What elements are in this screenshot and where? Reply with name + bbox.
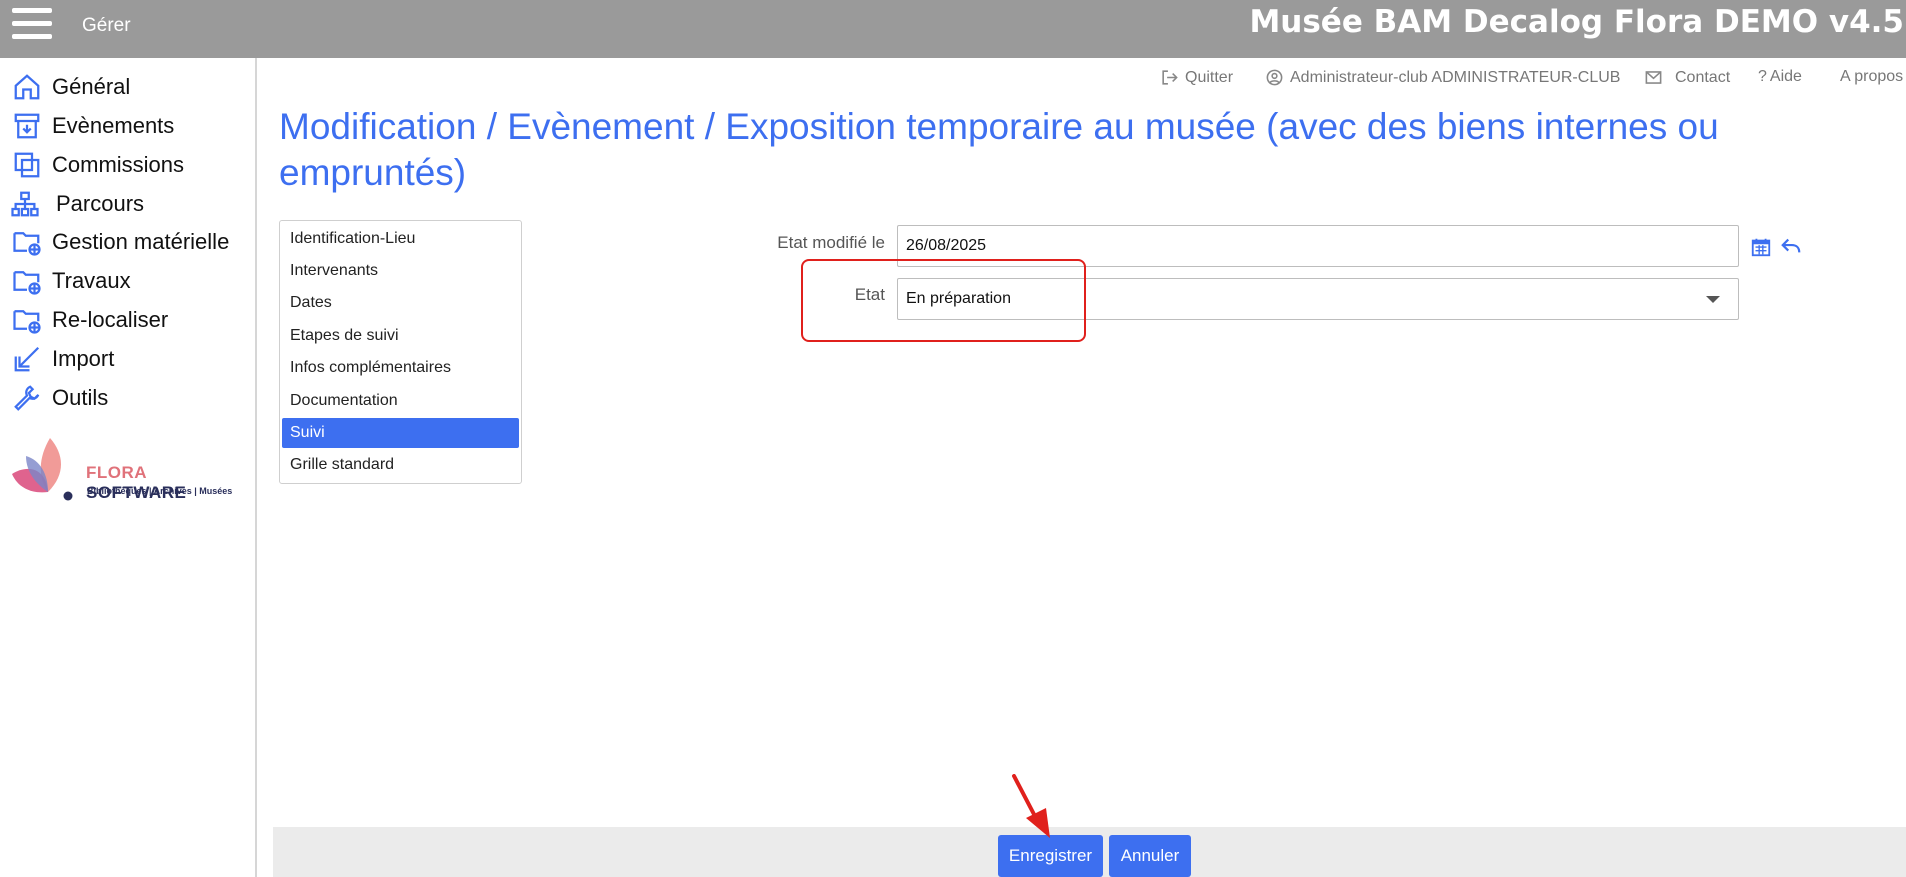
quit-link-label: Quitter bbox=[1185, 68, 1234, 86]
logout-icon bbox=[1162, 70, 1178, 85]
sidebar-item-label: Travaux bbox=[52, 268, 131, 293]
logo-tagline: Bibliothèques | Archives | Musées bbox=[87, 486, 233, 496]
app-title: Musée BAM Decalog Flora DEMO v4.5 bbox=[1249, 4, 1904, 40]
cancel-button[interactable]: Annuler bbox=[1109, 835, 1191, 877]
sidebar-item-label: Commissions bbox=[52, 152, 185, 177]
quit-link[interactable]: Quitter bbox=[1160, 68, 1233, 87]
tab-grille-standard[interactable]: Grille standard bbox=[282, 450, 519, 480]
manage-menu-label[interactable]: Gérer bbox=[82, 15, 131, 37]
tab-identification-lieu[interactable]: Identification-Lieu bbox=[282, 224, 519, 254]
sidebar-item-parcours[interactable]: Parcours bbox=[10, 187, 144, 221]
sidebar-item-label: Re-localiser bbox=[52, 307, 169, 332]
hamburger-menu-icon[interactable] bbox=[12, 8, 52, 40]
tab-intervenants[interactable]: Intervenants bbox=[282, 256, 519, 286]
date-field-label: Etat modifié le bbox=[777, 233, 885, 252]
date-field-value: 26/08/2025 bbox=[906, 237, 987, 254]
home-icon bbox=[14, 74, 40, 100]
envelope-icon bbox=[1645, 71, 1662, 84]
sidebar-item-evenements[interactable]: Evènements bbox=[12, 109, 174, 143]
sidebar-item-label: Outils bbox=[52, 385, 109, 410]
tab-etapes-de-suivi[interactable]: Etapes de suivi bbox=[282, 321, 519, 351]
wrench-icon bbox=[14, 385, 40, 411]
top-bar: Gérer Musée BAM Decalog Flora DEMO v4.5 bbox=[0, 0, 1906, 58]
sidebar-item-label: Import bbox=[52, 346, 115, 371]
sidebar-item-travaux[interactable]: Travaux bbox=[12, 264, 131, 298]
sidebar-item-outils[interactable]: Outils bbox=[12, 381, 108, 415]
question-mark-icon: ? bbox=[1758, 68, 1767, 85]
sidebar-item-gestion-materielle[interactable]: Gestion matérielle bbox=[12, 225, 229, 259]
sidebar-item-import[interactable]: Import bbox=[12, 342, 114, 376]
tab-documentation[interactable]: Documentation bbox=[282, 386, 519, 416]
help-link[interactable]: ? Aide bbox=[1758, 68, 1802, 86]
flora-petals-icon bbox=[12, 438, 73, 501]
about-link-label: A propos bbox=[1840, 68, 1904, 85]
tab-suivi[interactable]: Suivi bbox=[282, 418, 519, 448]
calendar-icon[interactable] bbox=[1750, 236, 1772, 258]
user-account-link[interactable]: Administrateur-club ADMINISTRATEUR-CLUB bbox=[1265, 68, 1620, 87]
contact-link[interactable]: Contact bbox=[1644, 68, 1730, 87]
help-link-label: Aide bbox=[1769, 68, 1802, 85]
user-account-label: Administrateur-club ADMINISTRATEUR-CLUB bbox=[1290, 68, 1621, 86]
folder-globe-icon bbox=[13, 271, 41, 295]
import-arrow-icon bbox=[14, 346, 40, 372]
red-arrow-annotation-icon bbox=[1012, 774, 1050, 838]
sidebar-item-re-localiser[interactable]: Re-localiser bbox=[12, 303, 168, 337]
archive-box-icon bbox=[14, 113, 40, 139]
tab-dates[interactable]: Dates bbox=[282, 288, 519, 318]
sidebar-item-label: Général bbox=[52, 74, 131, 99]
sidebar: Général Evènements Commissions Parcours … bbox=[0, 58, 257, 877]
about-link[interactable]: A propos bbox=[1840, 68, 1903, 86]
copy-stack-icon bbox=[14, 152, 40, 178]
section-tab-list: Identification-Lieu Intervenants Dates E… bbox=[279, 220, 522, 484]
sitemap-icon bbox=[11, 191, 39, 217]
folder-globe-icon bbox=[13, 310, 41, 334]
sidebar-item-label: Parcours bbox=[56, 191, 145, 216]
tab-infos-complementaires[interactable]: Infos complémentaires bbox=[282, 353, 519, 383]
page-title: Modification / Evènement / Exposition te… bbox=[279, 106, 1719, 193]
contact-link-label: Contact bbox=[1675, 68, 1731, 86]
folder-globe-icon bbox=[13, 232, 41, 256]
chevron-down-icon bbox=[1706, 296, 1720, 303]
user-circle-icon bbox=[1266, 69, 1283, 86]
highlight-annotation-box bbox=[801, 259, 1086, 342]
sidebar-item-label: Evènements bbox=[52, 113, 175, 138]
undo-icon[interactable] bbox=[1780, 235, 1802, 257]
sidebar-item-label: Gestion matérielle bbox=[52, 229, 230, 254]
sidebar-item-general[interactable]: Général bbox=[12, 70, 130, 104]
sidebar-item-commissions[interactable]: Commissions bbox=[12, 148, 184, 182]
logo-brand: FLORA SOFTWARE bbox=[86, 463, 187, 502]
flora-software-logo: FLORA SOFTWARE Bibliothèques | Archives … bbox=[8, 434, 248, 509]
